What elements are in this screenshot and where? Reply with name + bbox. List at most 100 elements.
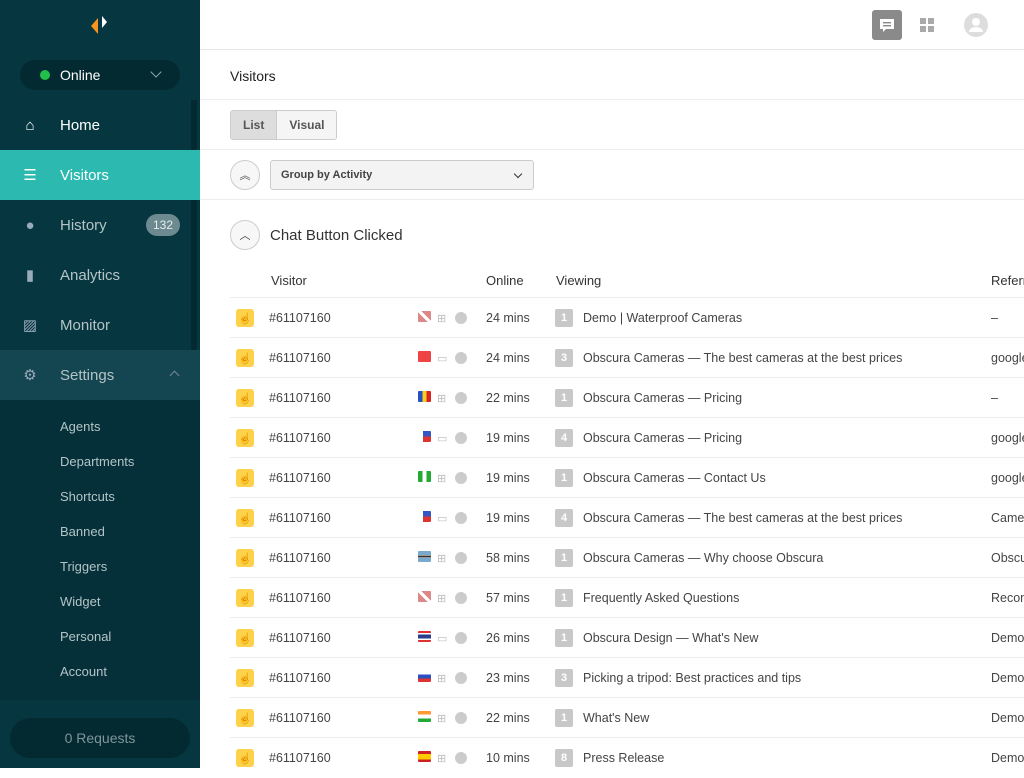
windows-icon: ⊞ <box>437 392 447 405</box>
table-row[interactable]: ☝ #61107160 ⊞ 10 mins 8 Press Release Demo <box>230 737 1024 777</box>
online-time: 24 mins <box>486 311 530 325</box>
hand-pointer-icon: ☝ <box>236 429 254 447</box>
sidebar-item-label: Settings <box>60 366 115 384</box>
referrer: – <box>991 391 998 405</box>
history-count-badge: 132 <box>145 214 180 236</box>
table-row[interactable]: ☝ #61107160 ⊞ 22 mins 1 Obscura Cameras — Pri… <box>230 377 1024 417</box>
page-count-badge: 1 <box>555 629 573 647</box>
online-time: 24 mins <box>486 351 530 365</box>
visitor-id[interactable]: #61107160 <box>269 498 331 538</box>
visitor-id[interactable]: #61107160 <box>269 378 331 418</box>
online-time: 23 mins <box>486 671 530 685</box>
status-dropdown[interactable]: Online <box>20 60 180 90</box>
visitor-id[interactable]: #61107160 <box>269 418 331 458</box>
visitor-id[interactable]: #61107160 <box>269 538 331 578</box>
collapse-group-button[interactable]: ︿ <box>230 220 260 250</box>
table-row[interactable]: ☝ #61107160 ⊞ 19 mins 1 Obscura Cameras — Con… <box>230 457 1024 497</box>
referrer: google <box>991 351 1024 365</box>
viewing-page: Obscura Cameras — The best cameras at th… <box>583 511 903 525</box>
visitor-id[interactable]: #61107160 <box>269 458 331 498</box>
requests-button[interactable]: 0 Requests <box>10 718 190 758</box>
sidebar-subitem-widget[interactable]: Widget <box>60 594 100 609</box>
sidebar-item-visitors[interactable]: ☰ Visitors <box>0 150 200 200</box>
visitor-id[interactable]: #61107160 <box>269 578 331 618</box>
visitor-id[interactable]: #61107160 <box>269 658 331 698</box>
viewing-page: Picking a tripod: Best practices and tip… <box>583 671 802 685</box>
referrer: google <box>991 431 1024 445</box>
sidebar-subitem-personal[interactable]: Personal <box>60 629 111 644</box>
visitor-id[interactable]: #61107160 <box>269 338 331 378</box>
sidebar-subitem-departments[interactable]: Departments <box>60 454 134 469</box>
table-row[interactable]: ☝ #61107160 ▭ 26 mins 1 Obscura Design — What… <box>230 617 1024 657</box>
online-dot-icon <box>40 70 50 80</box>
chat-icon[interactable] <box>872 10 902 40</box>
sidebar-subitem-shortcuts[interactable]: Shortcuts <box>60 489 115 504</box>
table-row[interactable]: ☝ #61107160 ⊞ 58 mins 1 Obscura Cameras — Why… <box>230 537 1024 577</box>
visitor-id[interactable]: #61107160 <box>269 618 331 658</box>
sidebar-item-monitor[interactable]: ▨ Monitor <box>0 300 200 350</box>
browser-icon <box>455 672 467 684</box>
flag-icon <box>418 631 431 642</box>
chevron-down-icon <box>150 66 162 78</box>
hand-pointer-icon: ☝ <box>236 629 254 647</box>
apps-grid-icon[interactable] <box>920 18 934 32</box>
avatar[interactable] <box>964 13 988 37</box>
flag-icon <box>418 551 431 562</box>
header-referrer[interactable]: Referr <box>991 273 1024 288</box>
collapse-all-button[interactable]: ︽ <box>230 160 260 190</box>
group-by-select[interactable]: Group by Activity <box>270 160 534 190</box>
online-time: 22 mins <box>486 711 530 725</box>
windows-icon: ⊞ <box>437 672 447 685</box>
sidebar-subitem-account[interactable]: Account <box>60 664 107 679</box>
sidebar-item-analytics[interactable]: ▮ Analytics <box>0 250 200 300</box>
table-row[interactable]: ☝ #61107160 ▭ 24 mins 3 Obscura Cameras — The… <box>230 337 1024 377</box>
table-row[interactable]: ☝ #61107160 ⊞ 23 mins 3 Picking a tripod: Bes… <box>230 657 1024 697</box>
sidebar-subitem-triggers[interactable]: Triggers <box>60 559 107 574</box>
header-viewing[interactable]: Viewing <box>556 273 601 288</box>
sidebar-subitem-banned[interactable]: Banned <box>60 524 105 539</box>
flag-icon <box>418 351 431 362</box>
browser-icon <box>455 392 467 404</box>
tab-list[interactable]: List <box>231 111 278 139</box>
flag-icon <box>418 751 431 762</box>
group-title: Chat Button Clicked <box>270 227 403 244</box>
flag-icon <box>418 511 431 522</box>
sidebar-item-label: Monitor <box>60 316 111 334</box>
table-row[interactable]: ☝ #61107160 ⊞ 24 mins 1 Demo | Waterproof Cam… <box>230 297 1024 337</box>
sidebar-item-history[interactable]: ● History 132 <box>0 200 200 250</box>
sidebar-item-home[interactable]: ⌂ Home <box>0 100 200 150</box>
sidebar-item-settings[interactable]: ⚙ Settings <box>0 350 200 400</box>
page-count-badge: 3 <box>555 349 573 367</box>
viewing-page: Frequently Asked Questions <box>583 591 740 605</box>
visitor-id[interactable]: #61107160 <box>269 698 331 738</box>
table-row[interactable]: ☝ #61107160 ⊞ 57 mins 1 Frequently Asked Ques… <box>230 577 1024 617</box>
page-count-badge: 1 <box>555 389 573 407</box>
visitor-id[interactable]: #61107160 <box>269 738 331 778</box>
referrer: Recon <box>991 591 1024 605</box>
hand-pointer-icon: ☝ <box>236 509 254 527</box>
online-time: 19 mins <box>486 431 530 445</box>
header-visitor[interactable]: Visitor <box>271 273 307 288</box>
hand-pointer-icon: ☝ <box>236 469 254 487</box>
online-time: 22 mins <box>486 391 530 405</box>
online-time: 26 mins <box>486 631 530 645</box>
hand-pointer-icon: ☝ <box>236 389 254 407</box>
header-online[interactable]: Online <box>486 273 524 288</box>
table-row[interactable]: ☝ #61107160 ▭ 19 mins 4 Obscura Cameras — Pri… <box>230 417 1024 457</box>
table-row[interactable]: ☝ #61107160 ▭ 19 mins 4 Obscura Cameras — The… <box>230 497 1024 537</box>
windows-icon: ⊞ <box>437 712 447 725</box>
visitor-id[interactable]: #61107160 <box>269 298 331 338</box>
tab-visual[interactable]: Visual <box>277 111 337 139</box>
page-count-badge: 1 <box>555 309 573 327</box>
browser-icon <box>455 472 467 484</box>
referrer: – <box>991 311 998 325</box>
sidebar-subitem-agents[interactable]: Agents <box>60 419 100 434</box>
hand-pointer-icon: ☝ <box>236 349 254 367</box>
status-label: Online <box>60 67 101 83</box>
gear-icon: ⚙ <box>23 367 37 384</box>
table-row[interactable]: ☝ #61107160 ⊞ 22 mins 1 What's New Demo <box>230 697 1024 737</box>
browser-icon <box>455 752 467 764</box>
flag-icon <box>418 431 431 442</box>
flag-icon <box>418 591 431 602</box>
page-count-badge: 4 <box>555 429 573 447</box>
